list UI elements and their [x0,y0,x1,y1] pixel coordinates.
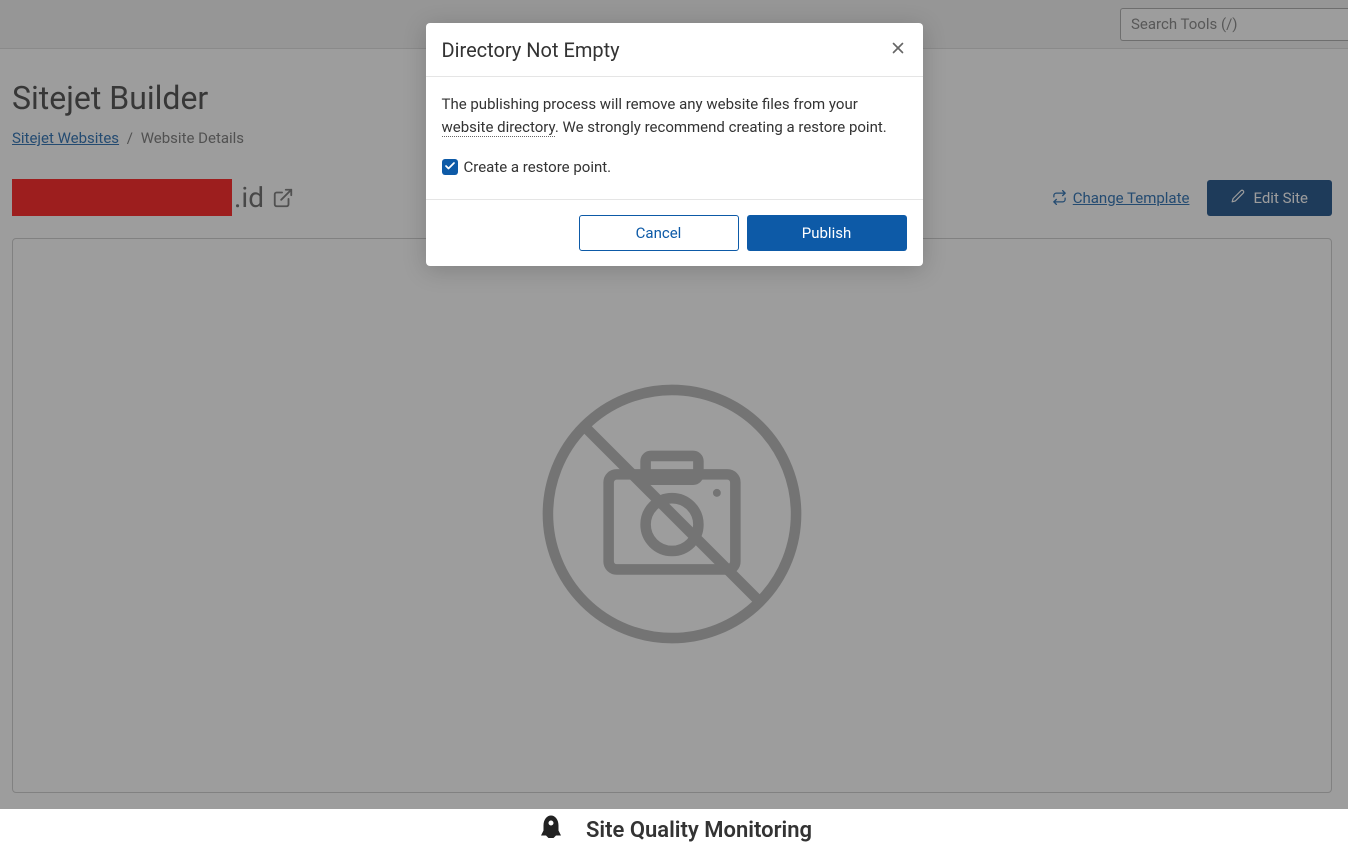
modal-overlay[interactable]: Directory Not Empty The publishing proce… [0,0,1348,809]
modal-text-part-1: The publishing process will remove any w… [442,95,858,113]
restore-point-row: Create a restore point. [442,156,907,179]
website-directory-term[interactable]: website directory [442,118,555,137]
restore-point-checkbox[interactable] [442,159,458,175]
cancel-button[interactable]: Cancel [579,215,739,251]
modal-text-part-2: . We strongly recommend creating a resto… [555,118,887,136]
modal-message: The publishing process will remove any w… [442,93,907,140]
close-icon [889,39,907,61]
restore-point-label: Create a restore point. [464,156,612,179]
modal-header: Directory Not Empty [426,23,923,77]
bottom-section-title: Site Quality Monitoring [586,818,812,843]
modal-footer: Cancel Publish [426,199,923,266]
bottom-section: Site Quality Monitoring [12,813,1336,847]
modal-title: Directory Not Empty [442,38,620,62]
rocket-icon [536,813,566,847]
modal-body: The publishing process will remove any w… [426,77,923,199]
close-button[interactable] [889,39,907,61]
publish-button[interactable]: Publish [747,215,907,251]
directory-not-empty-modal: Directory Not Empty The publishing proce… [426,23,923,266]
checkmark-icon [444,156,456,179]
